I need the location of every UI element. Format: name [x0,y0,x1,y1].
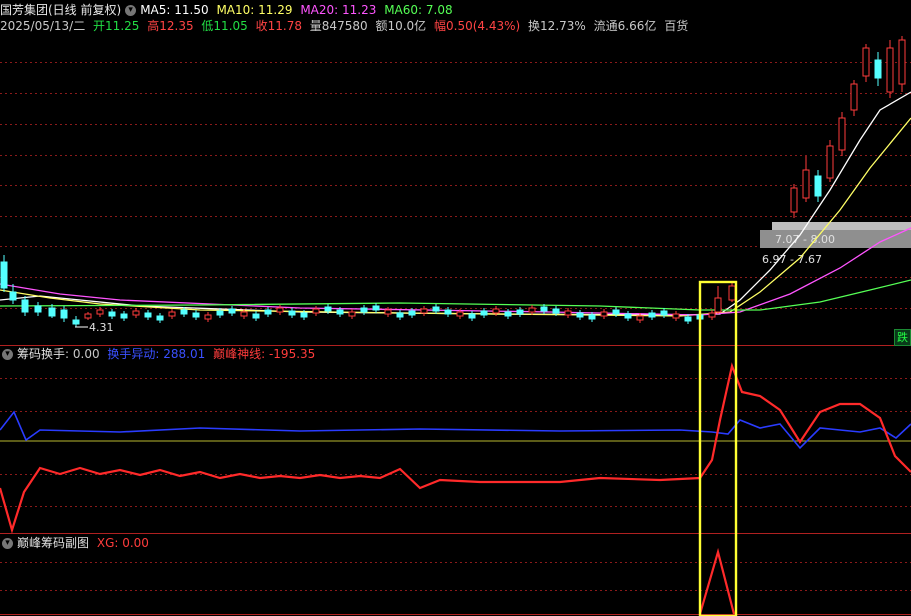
candle-body [300,312,308,318]
candle-body [336,309,344,315]
candle-body [684,316,692,322]
candle-body [288,310,296,316]
candle-body [636,315,644,321]
candle-body [252,313,260,319]
candle-body [672,313,680,319]
ind1-turnover-line [0,410,911,450]
candle-body [648,312,656,318]
range-label-1: 7.07 - 8.00 [775,233,835,246]
candle-body [600,311,608,317]
candle-body [84,313,92,319]
candle-body [120,313,128,319]
candle-body [886,47,894,93]
candle-body [360,307,368,313]
candle-body [660,310,668,316]
candle-body [228,308,236,314]
candle-body [898,39,906,85]
candle-body [480,310,488,316]
ind1-chevron-icon[interactable]: ▾ [2,349,13,360]
ind1-line2-label: 巅峰神线: -195.35 [213,347,316,361]
candle-body [728,285,736,301]
candle-body [132,310,140,316]
candle-body [838,117,846,151]
grid-lines [0,62,911,591]
candle-body [456,311,464,317]
candle-body [240,311,248,317]
candle-body [540,306,548,312]
candle-body [552,308,560,314]
candle-body [9,291,17,301]
candle-body [0,261,8,289]
candle-body [862,47,870,77]
candle-body [21,299,29,313]
status-badge[interactable]: 跌 [894,329,911,346]
ma-lines [0,91,911,317]
candle-body [204,314,212,320]
candle-body [72,319,80,325]
stock-chart-window: { "header": { "stock": "国芳集团(日线 前复权)", "… [0,0,911,616]
chart-canvas[interactable]: 7.07 - 8.00 6.97 - 7.67 4.31 [0,0,911,616]
candle-body [850,83,858,111]
candle-body [156,315,164,321]
candle-body [48,307,56,317]
ind2-header: ▾ 巅峰筹码副图 XG: 0.00 [0,535,153,551]
candle-body [468,313,476,319]
candle-body [96,309,104,315]
candle-body [372,305,380,311]
candle-body [492,308,500,314]
candle-body [612,309,620,315]
candle-body [802,169,810,199]
candle-body [790,187,798,213]
candle-body [408,310,416,316]
candle-body [624,313,632,319]
ind2-name[interactable]: 巅峰筹码副图 [17,536,89,550]
candle-body [588,314,596,320]
highlight-box [698,280,738,616]
candle-body [504,311,512,317]
candle-body [874,59,882,79]
candle-body [432,306,440,312]
candle-body [312,308,320,314]
candle-body [264,309,272,315]
candle-body [576,312,584,318]
candle-body [714,297,722,313]
candle-body [216,310,224,316]
candle-body [34,305,42,313]
ind1-line1-label: 换手异动: 288.01 [107,347,206,361]
candle-body [444,309,452,315]
ind1-name[interactable]: 筹码换手 [17,347,65,361]
candle-body [516,309,524,315]
candle-body [420,308,428,314]
min-price-label: 4.31 [89,321,114,334]
candle-body [108,311,116,317]
candle-body [192,312,200,318]
candle-body [324,306,332,312]
candle-body [168,311,176,317]
ma60-line [0,279,911,311]
candle-body [708,312,716,318]
candle-body [144,312,152,318]
candle-body [564,310,572,316]
ind2-xg-label: XG: 0.00 [96,536,149,550]
ind1-value: : 0.00 [65,347,100,361]
candle-body [384,309,392,315]
ma5-line [0,91,911,316]
ind2-chevron-icon[interactable]: ▾ [2,538,13,549]
candle-body [348,311,356,317]
candle-body [396,312,404,318]
candle-body [814,175,822,197]
candle-body [180,309,188,315]
candle-body [60,309,68,319]
range-bar-top [772,222,911,230]
ind1-header: ▾ 筹码换手: 0.00 换手异动: 288.01 巅峰神线: -195.35 [0,346,319,362]
candle-body [826,145,834,179]
ind2-xg-spike [698,547,736,615]
ind1-peak-line [0,362,911,534]
candle-body [528,307,536,313]
candle-body [276,307,284,313]
